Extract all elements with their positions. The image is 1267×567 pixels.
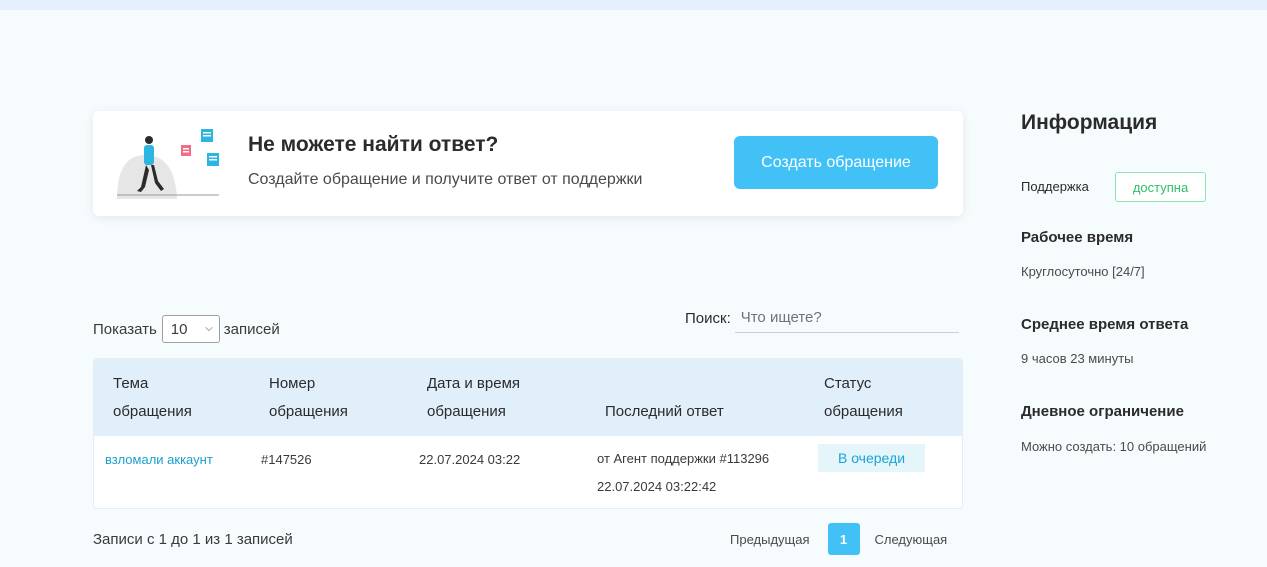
header-topic[interactable]: Тема обращения <box>113 370 192 426</box>
avg-response-value: 9 часов 23 минуты <box>1021 351 1134 366</box>
header-number-line1: Номер <box>269 375 316 392</box>
avg-response-heading: Среднее время ответа <box>1021 316 1189 333</box>
cta-subtitle: Создайте обращение и получите ответ от п… <box>248 171 643 188</box>
support-illustration <box>117 129 219 199</box>
last-reply-author: от Агент поддержки #113296 <box>597 451 770 466</box>
page-1-button[interactable]: 1 <box>827 523 860 555</box>
cta-title: Не можете найти ответ? <box>248 133 499 156</box>
show-label: Показать <box>93 320 157 338</box>
ticket-date: 22.07.2024 03:22 <box>419 452 521 467</box>
header-topic-line1: Тема <box>113 375 149 392</box>
records-label: записей <box>223 320 280 338</box>
header-date-line1: Дата и время <box>427 375 521 392</box>
sidebar-title: Информация <box>1021 111 1158 134</box>
table-header: Тема обращения Номер обращения Дата и вр… <box>94 359 962 436</box>
search-label: Поиск: <box>685 309 731 327</box>
tickets-table: Тема обращения Номер обращения Дата и вр… <box>93 358 963 509</box>
create-ticket-button[interactable]: Создать обращение <box>734 136 938 189</box>
ticket-number: #147526 <box>261 452 312 467</box>
search-input[interactable] <box>734 303 959 333</box>
support-status-badge: доступна <box>1115 172 1206 202</box>
page-size-select[interactable]: 10 ⌵ <box>161 315 220 343</box>
header-date-line2: обращения <box>427 403 506 420</box>
header-number-line2: обращения <box>269 403 348 420</box>
page-size-value: 10 <box>170 320 188 338</box>
ticket-last-reply: от Агент поддержки #113296 22.07.2024 03… <box>597 445 769 501</box>
header-last-reply[interactable]: Последний ответ <box>605 398 724 426</box>
daily-limit-value: Можно создать: 10 обращений <box>1021 439 1207 454</box>
work-time-heading: Рабочее время <box>1021 229 1134 246</box>
ticket-topic-link[interactable]: взломали аккаунт <box>105 452 213 467</box>
header-status-line2: обращения <box>824 403 903 420</box>
header-number[interactable]: Номер обращения <box>269 370 348 426</box>
next-page-button[interactable]: Следующая <box>875 532 948 547</box>
header-date[interactable]: Дата и время обращения <box>427 370 520 426</box>
status-badge: В очереди <box>818 444 925 472</box>
header-status-line1: Статус <box>824 375 872 392</box>
last-reply-time: 22.07.2024 03:22:42 <box>597 479 717 494</box>
page-size-control: Показать 10 ⌵ записей <box>93 315 280 343</box>
search-control: Поиск: <box>685 303 959 333</box>
create-ticket-card: Не можете найти ответ? Создайте обращени… <box>93 111 963 216</box>
daily-limit-heading: Дневное ограничение <box>1021 403 1184 420</box>
pagination: Предыдущая 1 Следующая <box>730 523 947 555</box>
support-label: Поддержка <box>1021 179 1089 194</box>
prev-page-button[interactable]: Предыдущая <box>730 532 810 547</box>
work-time-value: Круглосуточно [24/7] <box>1021 264 1145 279</box>
records-info: Записи с 1 до 1 из 1 записей <box>93 531 293 548</box>
header-status[interactable]: Статус обращения <box>824 370 903 426</box>
header-topic-line2: обращения <box>113 403 192 420</box>
top-strip <box>0 0 1267 10</box>
chevron-down-icon: ⌵ <box>205 323 213 334</box>
